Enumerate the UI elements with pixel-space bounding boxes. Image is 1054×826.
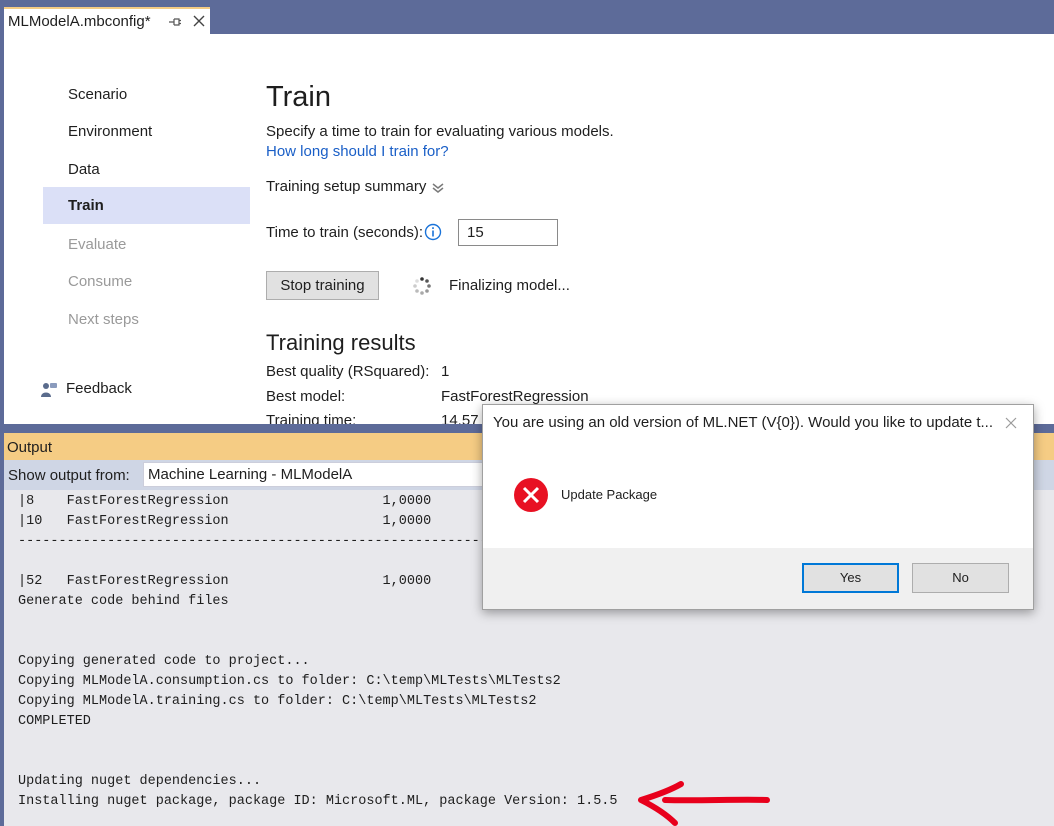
- console-line: COMPLETED: [18, 714, 91, 729]
- output-title: Output: [7, 439, 53, 456]
- time-to-train-input[interactable]: [458, 219, 558, 246]
- nav-item-train[interactable]: Train: [43, 187, 250, 224]
- document-tab-bar: MLModelA.mbconfig*: [0, 0, 1054, 34]
- yes-button[interactable]: Yes: [802, 563, 899, 593]
- best-quality-label: Best quality (RSquared):: [266, 363, 430, 380]
- dialog-button-bar: Yes No: [483, 548, 1033, 609]
- nav-item-environment[interactable]: Environment: [43, 113, 250, 150]
- train-description: Specify a time to train for evaluating v…: [266, 123, 614, 140]
- no-button[interactable]: No: [912, 563, 1009, 593]
- output-source-select[interactable]: Machine Learning - MLModelA: [143, 462, 488, 487]
- annotation-arrow: [638, 781, 770, 826]
- help-link[interactable]: How long should I train for?: [266, 143, 449, 160]
- best-quality-value: 1: [441, 363, 450, 380]
- nav-item-scenario[interactable]: Scenario: [43, 76, 250, 113]
- dialog-message: Update Package: [561, 487, 658, 502]
- tab-title: MLModelA.mbconfig*: [8, 13, 151, 30]
- feedback-label: Feedback: [66, 380, 132, 397]
- nav-item-data[interactable]: Data: [43, 151, 250, 188]
- console-line: Copying generated code to project...: [18, 654, 310, 669]
- close-icon[interactable]: [192, 14, 206, 28]
- console-line: Copying MLModelA.training.cs to folder: …: [18, 694, 537, 709]
- training-status: Finalizing model...: [449, 277, 570, 294]
- info-icon[interactable]: [424, 223, 442, 241]
- training-setup-summary-toggle[interactable]: Training setup summary: [266, 178, 426, 195]
- best-model-value: FastForestRegression: [441, 388, 589, 405]
- nav-item-next-steps: Next steps: [68, 311, 139, 328]
- nav-item-evaluate: Evaluate: [68, 236, 127, 253]
- feedback-icon: [41, 383, 57, 397]
- page-title: Train: [266, 81, 331, 113]
- dialog-title: You are using an old version of ML.NET (…: [493, 414, 994, 431]
- training-time-label: Training time:: [266, 412, 357, 424]
- error-icon: [514, 478, 548, 512]
- document-tab[interactable]: MLModelA.mbconfig*: [4, 7, 210, 34]
- pin-icon[interactable]: [168, 15, 182, 29]
- stop-training-button[interactable]: Stop training: [266, 271, 379, 300]
- chevron-down-icon[interactable]: [431, 182, 445, 194]
- spinner-icon: [413, 277, 431, 295]
- update-package-dialog: You are using an old version of ML.NET (…: [482, 404, 1034, 610]
- nav-item-consume: Consume: [68, 273, 133, 290]
- time-to-train-label: Time to train (seconds):: [266, 224, 423, 241]
- best-model-label: Best model:: [266, 388, 346, 405]
- dialog-close-icon[interactable]: [1005, 417, 1017, 429]
- console-line: Copying MLModelA.consumption.cs to folde…: [18, 674, 561, 689]
- model-builder-panel: Scenario Environment Data Train Evaluate…: [4, 34, 1054, 424]
- show-output-from-label: Show output from:: [8, 467, 130, 484]
- training-results-heading: Training results: [266, 330, 416, 355]
